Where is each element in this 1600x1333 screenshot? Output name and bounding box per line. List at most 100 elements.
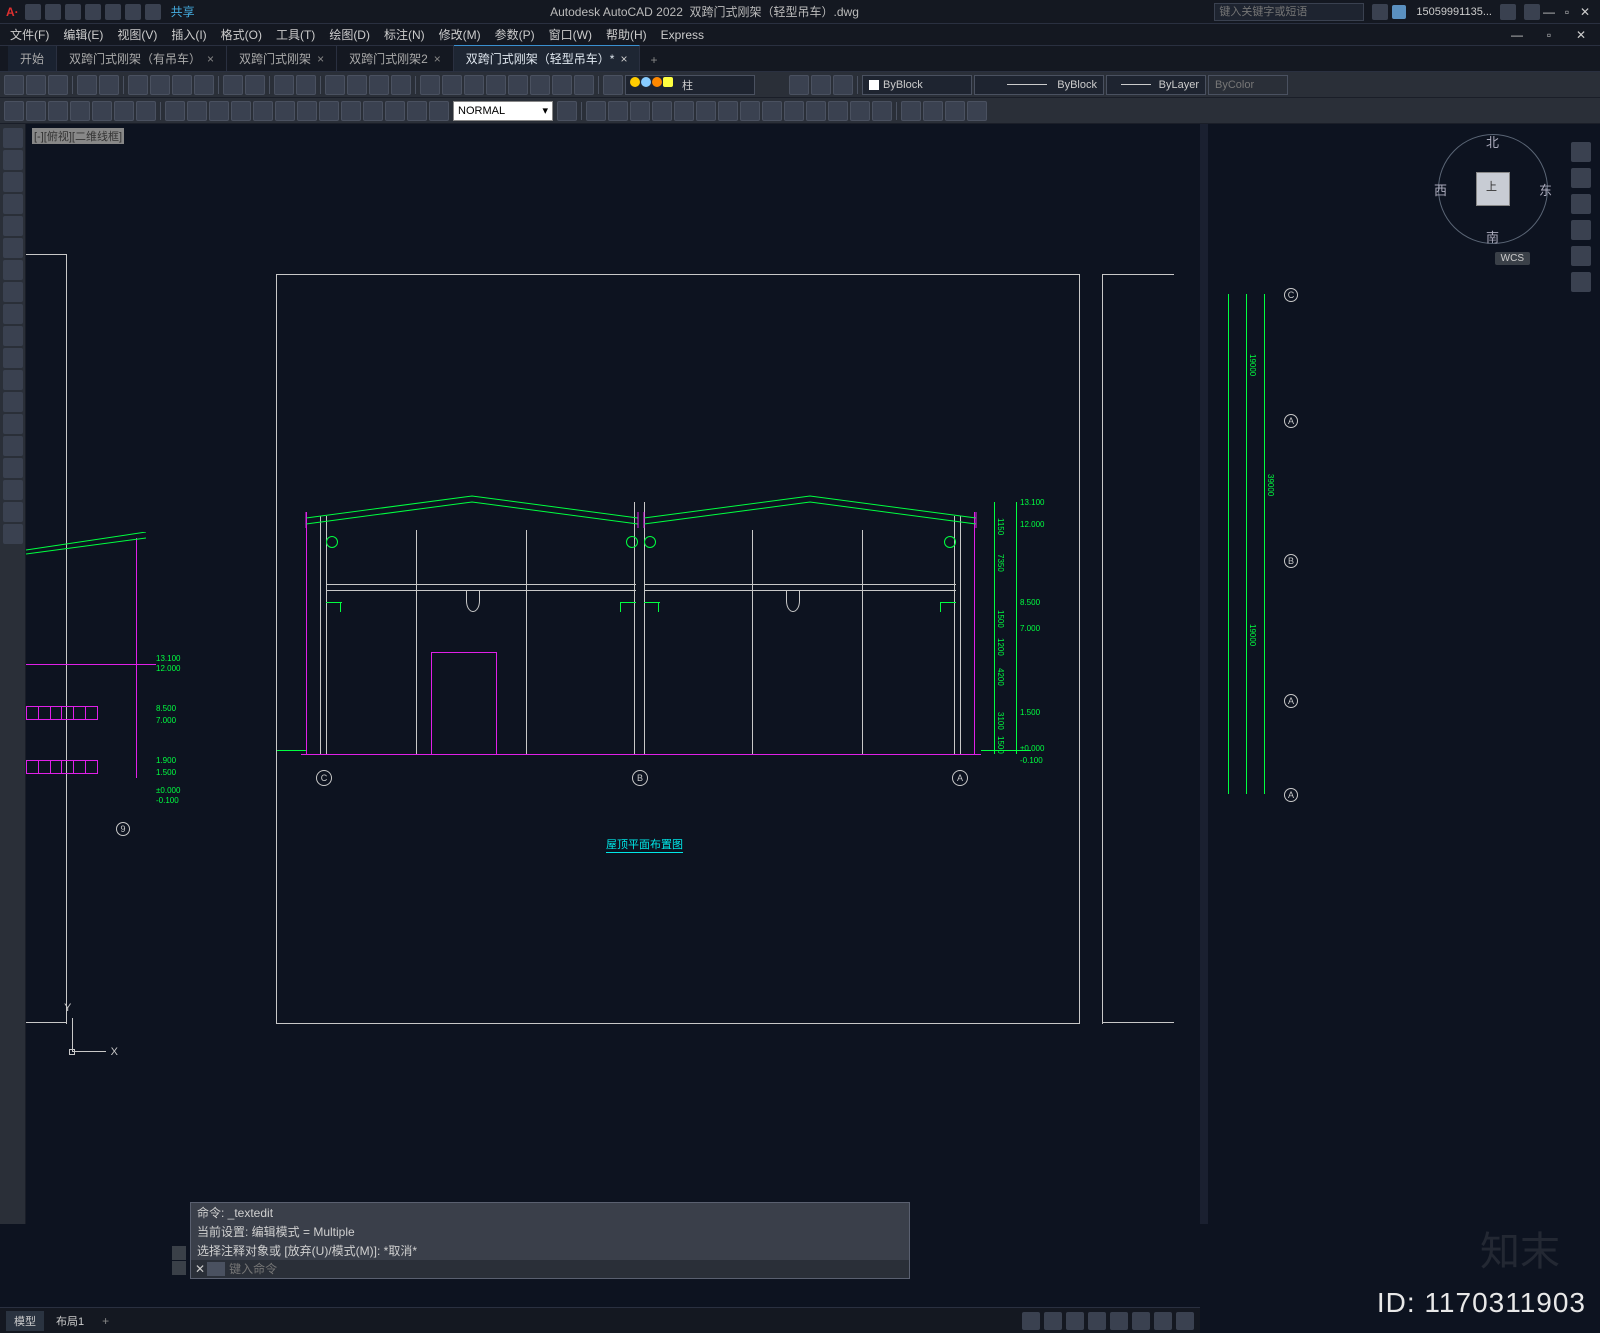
polar-icon[interactable] [1088,1312,1106,1330]
chamfer-icon[interactable] [784,101,804,121]
prop-icon[interactable] [420,75,440,95]
rotate-icon[interactable] [630,101,650,121]
mod4-icon[interactable] [967,101,987,121]
dim-baseline-icon[interactable] [297,101,317,121]
close-icon[interactable]: × [620,52,627,66]
layout-tab[interactable]: 布局1 [48,1311,92,1331]
line-icon[interactable] [4,101,24,121]
history-down-icon[interactable] [172,1261,186,1275]
save-icon[interactable] [48,75,68,95]
move-icon[interactable] [586,101,606,121]
open-icon[interactable] [26,75,46,95]
menu-parametric[interactable]: 参数(P) [495,26,535,43]
file-tab-3[interactable]: 双跨门式刚架2× [337,46,454,71]
nav-pan-icon[interactable] [1571,194,1591,214]
misc-icon[interactable] [530,75,550,95]
doc-restore-icon[interactable]: ▫ [1540,28,1558,42]
dim-linear-icon[interactable] [165,101,185,121]
pal-polygon-icon[interactable] [3,194,23,214]
menu-dimension[interactable]: 标注(N) [384,26,425,43]
qat-save-icon[interactable] [65,4,81,20]
menu-tools[interactable]: 工具(T) [276,26,315,43]
dim-radius-icon[interactable] [231,101,251,121]
pal-region-icon[interactable] [3,458,23,478]
pal-pline-icon[interactable] [3,172,23,192]
lwt-icon[interactable] [1154,1312,1172,1330]
help-icon[interactable] [1524,4,1540,20]
qcalc-icon[interactable] [486,75,506,95]
offset-icon[interactable] [828,101,848,121]
rect-icon[interactable] [92,101,112,121]
qat-plot-icon[interactable] [105,4,121,20]
pal-ellipsearc-icon[interactable] [3,326,23,346]
wcs-label[interactable]: WCS [1495,252,1530,265]
pal-hatch-icon[interactable] [3,414,23,434]
misc2-icon[interactable] [552,75,572,95]
copy-icon[interactable] [150,75,170,95]
cut-icon[interactable] [128,75,148,95]
menu-format[interactable]: 格式(O) [221,26,262,43]
viewcube[interactable]: 北 南 东 西 上 [1438,134,1548,244]
doc-minimize-icon[interactable]: — [1508,28,1526,42]
pal-arc-icon[interactable] [3,238,23,258]
block-icon[interactable] [223,75,243,95]
viewport-label[interactable]: [-][俯视][二维线框] [32,128,124,144]
undo-icon[interactable] [274,75,294,95]
file-tab-active[interactable]: 双跨门式刚架（轻型吊车）*× [454,45,641,71]
dim-update-icon[interactable] [429,101,449,121]
copy2-icon[interactable] [608,101,628,121]
print-icon[interactable] [77,75,97,95]
ortho-icon[interactable] [1066,1312,1084,1330]
new-icon[interactable] [4,75,24,95]
dim-leader-icon[interactable] [319,101,339,121]
qat-open-icon[interactable] [45,4,61,20]
arc-icon[interactable] [70,101,90,121]
file-tab-start[interactable]: 开始 [8,46,57,71]
history-up-icon[interactable] [172,1246,186,1260]
transp-icon[interactable] [1176,1312,1194,1330]
share-label[interactable]: 共享 [171,3,195,20]
dim-continue-icon[interactable] [275,101,295,121]
menu-help[interactable]: 帮助(H) [606,26,647,43]
doc-close-icon[interactable]: ✕ [1572,28,1590,42]
pal-rect-icon[interactable] [3,216,23,236]
dim-diameter-icon[interactable] [253,101,273,121]
pal-circle-icon[interactable] [3,260,23,280]
nav-home-icon[interactable] [1571,142,1591,162]
layer-tool-icon[interactable] [789,75,809,95]
nav-wheel-icon[interactable] [1571,168,1591,188]
layout-add-icon[interactable]: + [96,1314,115,1328]
layer-tool3-icon[interactable] [833,75,853,95]
menu-edit[interactable]: 编辑(E) [63,26,103,43]
close-icon[interactable]: × [207,52,214,66]
osnap-icon[interactable] [1110,1312,1128,1330]
search-icon[interactable] [1372,4,1388,20]
menu-file[interactable]: 文件(F) [10,26,49,43]
redo-icon[interactable] [296,75,316,95]
close-icon[interactable]: × [434,52,441,66]
file-tab-1[interactable]: 双跨门式刚架（有吊车）× [57,46,227,71]
nav-orbit-icon[interactable] [1571,246,1591,266]
otrack-icon[interactable] [1132,1312,1150,1330]
layer-tool2-icon[interactable] [811,75,831,95]
dim-angular-icon[interactable] [209,101,229,121]
autodesk-app-icon[interactable] [1500,4,1516,20]
zoom-icon[interactable] [347,75,367,95]
erase-icon[interactable] [850,101,870,121]
layer-dropdown[interactable]: 柱 [625,75,755,95]
plotstyle-dropdown[interactable]: ByColor [1208,75,1288,95]
zoomext-icon[interactable] [369,75,389,95]
explode-icon[interactable] [872,101,892,121]
array-icon[interactable] [806,101,826,121]
pal-block-icon[interactable] [3,370,23,390]
close-icon[interactable]: × [317,52,324,66]
window-restore-icon[interactable]: ▫ [1558,5,1576,19]
spline-icon[interactable] [114,101,134,121]
file-tab-add[interactable]: + [640,49,667,71]
mod2-icon[interactable] [923,101,943,121]
menu-view[interactable]: 视图(V) [117,26,157,43]
menu-express[interactable]: Express [661,28,704,42]
misc3-icon[interactable] [574,75,594,95]
pal-table-icon[interactable] [3,480,23,500]
menu-insert[interactable]: 插入(I) [171,26,206,43]
